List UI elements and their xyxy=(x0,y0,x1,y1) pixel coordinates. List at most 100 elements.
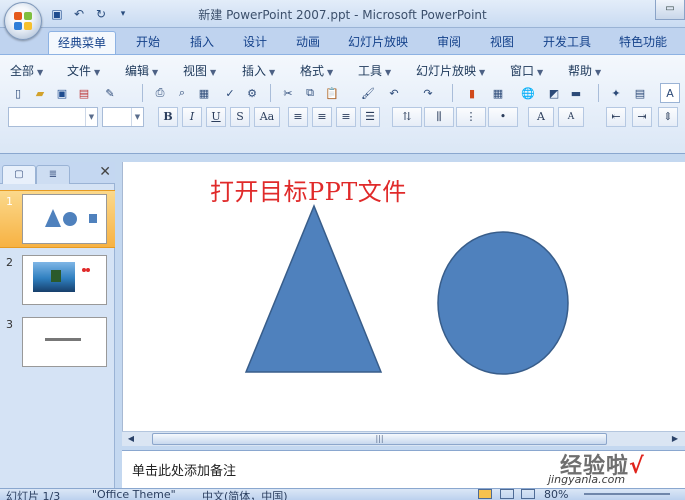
triangle-shape[interactable] xyxy=(244,204,383,373)
title-bar: ▣ ↶ ↻ ▾ 新建 PowerPoint 2007.ppt - Microso… xyxy=(0,0,685,28)
columns-button[interactable]: ⫼ xyxy=(424,107,454,127)
menu-tools[interactable]: 工具 ▼ xyxy=(358,62,391,79)
chevron-down-icon: ▼ xyxy=(327,68,334,77)
insert-chart-icon[interactable]: ▮ xyxy=(462,83,482,103)
language-status[interactable]: 中文(简体，中国) xyxy=(202,488,288,500)
menu-file[interactable]: 文件 ▼ xyxy=(67,62,100,79)
copy-icon[interactable]: ⧉ xyxy=(300,83,320,103)
tab-view[interactable]: 视图 xyxy=(480,31,524,54)
menu-insert[interactable]: 插入 ▼ xyxy=(242,62,275,79)
bullets-button[interactable]: • xyxy=(488,107,518,127)
office-logo-icon xyxy=(14,12,32,30)
new-document-icon[interactable]: ▯ xyxy=(8,83,28,103)
slides-tab[interactable]: ▢ xyxy=(2,165,36,184)
align-left-button[interactable]: ≡ xyxy=(288,107,308,127)
tab-home[interactable]: 开始 xyxy=(126,31,170,54)
italic-button[interactable]: I xyxy=(182,107,202,127)
scroll-left-icon[interactable]: ◀ xyxy=(124,433,138,445)
spelling-icon[interactable]: ✎ xyxy=(100,83,120,103)
normal-view-icon[interactable] xyxy=(478,489,492,499)
red-mark xyxy=(82,268,86,272)
shadow-button[interactable]: S xyxy=(230,107,250,127)
redo-icon[interactable]: ↷ xyxy=(418,83,438,103)
tab-classic-menu[interactable]: 经典菜单 xyxy=(48,31,116,54)
slides-panel: ▢ ≣ ✕ 1 2 3 xyxy=(0,162,115,500)
menu-window[interactable]: 窗口 ▼ xyxy=(510,62,543,79)
ribbon-tab-bar: 经典菜单 开始 插入 设计 动画 幻灯片放映 审阅 视图 开发工具 特色功能 xyxy=(0,28,685,54)
bold-button[interactable]: B xyxy=(158,107,178,127)
tab-insert[interactable]: 插入 xyxy=(180,31,224,54)
numbering-button[interactable]: ⋮ xyxy=(456,107,486,127)
layout-icon[interactable]: ▤ xyxy=(630,83,650,103)
chevron-down-icon: ▼ xyxy=(595,68,602,77)
translate-icon[interactable]: ⚙ xyxy=(242,83,262,103)
align-center-button[interactable]: ≡ xyxy=(312,107,332,127)
cut-icon[interactable]: ✂ xyxy=(278,83,298,103)
menu-label: 工具 xyxy=(358,64,383,78)
save-icon[interactable]: ▣ xyxy=(52,83,72,103)
scrollbar-thumb[interactable]: ||| xyxy=(152,433,607,445)
office-button[interactable] xyxy=(4,2,42,40)
slide-title[interactable]: 打开目标PPT文件 xyxy=(210,172,407,207)
tiny-text-line xyxy=(45,338,81,341)
menu-view[interactable]: 视图 ▼ xyxy=(183,62,216,79)
check-icon[interactable]: ✓ xyxy=(220,83,240,103)
view-buttons xyxy=(478,489,535,500)
notes-placeholder[interactable]: 单击此处添加备注 xyxy=(132,460,236,479)
underline-button[interactable]: U xyxy=(206,107,226,127)
hyperlink-icon[interactable]: 🌐 xyxy=(518,83,538,103)
text-box-icon[interactable]: A xyxy=(660,83,680,103)
menu-format[interactable]: 格式 ▼ xyxy=(300,62,333,79)
horizontal-scrollbar[interactable]: ◀ ||| ▶ xyxy=(122,431,685,446)
font-name-combo[interactable]: ▼ xyxy=(8,107,98,127)
outline-tab[interactable]: ≣ xyxy=(36,165,70,184)
decrease-indent-button[interactable]: ⇤ xyxy=(606,107,626,127)
restore-button[interactable]: ▭ xyxy=(655,0,685,20)
chevron-down-icon: ▼ xyxy=(94,68,101,77)
undo-icon[interactable]: ↶ xyxy=(384,83,404,103)
slideshow-view-icon[interactable] xyxy=(521,489,535,499)
toolbar-separator xyxy=(452,84,453,102)
slide-thumbnail-row[interactable]: 3 xyxy=(0,314,115,372)
format-painter-icon[interactable]: 🖌 xyxy=(358,83,378,103)
slide-sorter-view-icon[interactable] xyxy=(499,489,514,499)
insert-table-icon[interactable]: ▦ xyxy=(488,83,508,103)
menu-help[interactable]: 帮助 ▼ xyxy=(568,62,601,79)
paste-icon[interactable]: 📋 xyxy=(322,83,342,103)
font-shrink-button[interactable]: A xyxy=(558,107,584,127)
zoom-level[interactable]: 80% xyxy=(544,488,568,500)
menu-all[interactable]: 全部 ▼ xyxy=(10,62,43,79)
line-spacing-button[interactable]: ⇕ xyxy=(658,107,678,127)
circle-shape xyxy=(63,212,77,226)
text-direction-button[interactable]: ⇅ xyxy=(392,107,422,127)
align-right-button[interactable]: ≡ xyxy=(336,107,356,127)
chevron-down-icon: ▼ xyxy=(479,68,486,77)
tab-developer[interactable]: 开发工具 xyxy=(534,31,600,54)
tab-slideshow[interactable]: 幻灯片放映 xyxy=(340,31,416,54)
zoom-slider[interactable] xyxy=(584,493,670,495)
scroll-right-icon[interactable]: ▶ xyxy=(668,433,682,445)
slide-thumbnail-row[interactable]: 2 xyxy=(0,252,115,310)
change-case-button[interactable]: Aa xyxy=(254,107,280,127)
slide-thumbnail-row[interactable]: 1 xyxy=(0,190,115,248)
menu-edit[interactable]: 编辑 ▼ xyxy=(125,62,158,79)
tab-animation[interactable]: 动画 xyxy=(286,31,330,54)
tab-special[interactable]: 特色功能 xyxy=(610,31,676,54)
font-grow-button[interactable]: A xyxy=(528,107,554,127)
increase-indent-button[interactable]: ⇥ xyxy=(632,107,652,127)
grayscale-icon[interactable]: ▬ xyxy=(566,83,586,103)
new-slide-icon[interactable]: ✦ xyxy=(606,83,626,103)
justify-button[interactable]: ☰ xyxy=(360,107,380,127)
font-size-combo[interactable]: ▼ xyxy=(102,107,144,127)
print-preview-icon[interactable]: ⌕ xyxy=(172,83,192,103)
open-folder-icon[interactable]: ▰ xyxy=(30,83,50,103)
menu-slideshow[interactable]: 幻灯片放映 ▼ xyxy=(416,62,485,79)
permission-icon[interactable]: ▤ xyxy=(74,83,94,103)
close-icon[interactable]: ✕ xyxy=(99,164,111,180)
print-icon[interactable]: ⎙ xyxy=(150,83,170,103)
ellipse-shape[interactable] xyxy=(437,231,569,375)
tab-review[interactable]: 审阅 xyxy=(427,31,471,54)
color-scheme-icon[interactable]: ◩ xyxy=(544,83,564,103)
research-icon[interactable]: ▦ xyxy=(194,83,214,103)
tab-design[interactable]: 设计 xyxy=(233,31,277,54)
